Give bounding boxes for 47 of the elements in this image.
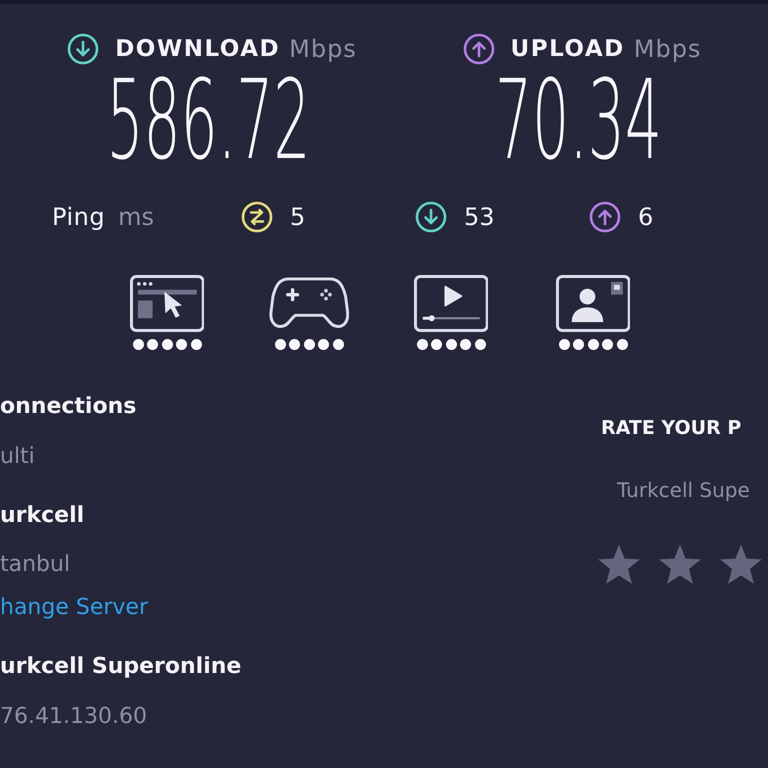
ping-unit: ms <box>118 203 154 231</box>
change-server-link[interactable]: hange Server <box>0 595 148 620</box>
arrow-down-circle-icon <box>67 33 100 65</box>
result-label: UPLOAD <box>510 36 625 62</box>
dot-icon <box>318 339 329 350</box>
ping-value: 6 <box>638 203 654 231</box>
dot-icon <box>558 339 570 350</box>
dot-icon <box>573 339 584 350</box>
speed-value: 586.72 <box>106 65 310 175</box>
dot-icon <box>304 339 314 350</box>
rate-title: RATE YOUR P <box>600 416 742 440</box>
result-label: DOWNLOAD <box>115 36 280 62</box>
speed-value: 70.34 <box>494 65 662 175</box>
result-unit: Mbps <box>289 35 357 63</box>
dot-icon <box>431 339 442 350</box>
arrow-down-circle-icon <box>415 201 447 233</box>
result-unit: Mbps <box>634 35 702 63</box>
browser-cursor-icon <box>130 275 204 332</box>
dot-icon <box>132 339 144 350</box>
dot-icon <box>190 339 202 350</box>
ping-value: 53 <box>464 203 495 231</box>
server-location: tanbul <box>0 551 70 579</box>
arrow-up-circle-icon <box>462 33 495 65</box>
person-frame-icon <box>556 275 630 332</box>
ping-label: Ping <box>52 203 106 231</box>
provider-name: urkcell Superonline <box>0 653 242 681</box>
video-player-icon <box>414 275 488 332</box>
ping-value: 5 <box>290 203 306 231</box>
dot-icon <box>616 339 628 350</box>
dot-icon <box>474 339 486 350</box>
rate-provider: Turkcell Supe <box>616 478 750 502</box>
connections-value: ulti <box>0 443 35 471</box>
dot-icon <box>274 339 286 350</box>
dot-icon <box>332 339 344 350</box>
dot-icon <box>289 339 300 350</box>
dot-icon <box>588 339 598 350</box>
dot-icon <box>147 339 158 350</box>
dot-icon <box>162 339 172 350</box>
dot-icon <box>446 339 456 350</box>
arrow-up-circle-icon <box>589 201 621 233</box>
dot-icon <box>460 339 471 350</box>
dot-icon <box>416 339 428 350</box>
server-name: urkcell <box>0 502 84 530</box>
ip-address: 76.41.130.60 <box>0 703 147 731</box>
connections-label: onnections <box>0 393 136 421</box>
dot-icon <box>602 339 613 350</box>
dot-icon <box>176 339 187 350</box>
